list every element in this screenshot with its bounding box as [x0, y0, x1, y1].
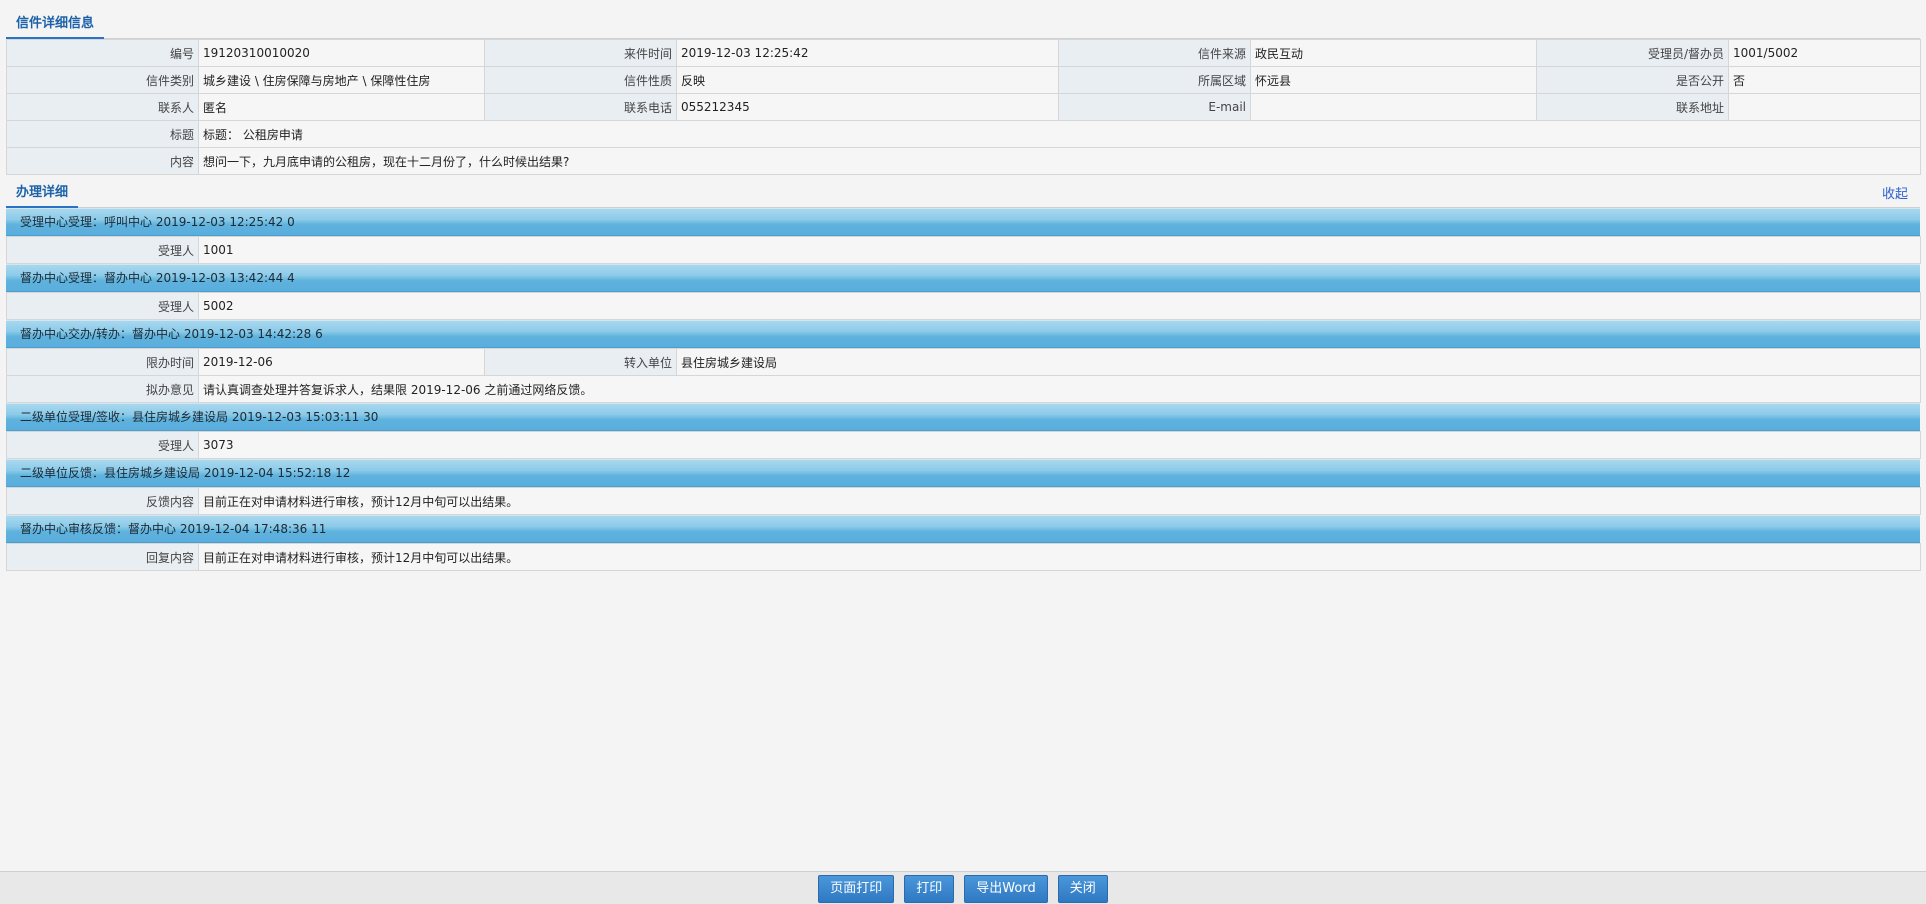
title-value: 标题： 公租房申请 — [198, 120, 1921, 148]
stage-table: 受理人 3073 — [6, 431, 1922, 459]
field-label: 联系电话 — [484, 93, 677, 121]
field-label: 是否公开 — [1536, 66, 1729, 94]
handling-process: 受理中心受理：呼叫中心 2019-12-03 12:25:42 0 受理人 10… — [6, 208, 1922, 571]
field-label: 受理人 — [6, 292, 199, 320]
stage-table: 受理人 1001 — [6, 236, 1922, 264]
stage-header: 二级单位受理/签收：县住房城乡建设局 2019-12-03 15:03:11 3… — [6, 403, 1920, 431]
table-row: 受理人 5002 — [6, 292, 1922, 320]
title-label: 标题 — [6, 120, 199, 148]
field-label: 转入单位 — [484, 348, 677, 376]
table-row: 信件类别 城乡建设 \ 住房保障与房地产 \ 保障性住房 信件性质 反映 所属区… — [6, 66, 1921, 94]
tab-letter-detail[interactable]: 信件详细信息 — [6, 11, 105, 39]
field-value: 5002 — [197, 292, 1922, 320]
field-label: 所属区域 — [1058, 66, 1251, 94]
field-label: E-mail — [1058, 93, 1251, 121]
field-label: 信件类别 — [6, 66, 199, 94]
field-label: 编号 — [6, 39, 199, 67]
export-word-button[interactable]: 导出Word — [964, 875, 1048, 903]
field-label: 反馈内容 — [6, 487, 199, 515]
field-value: 城乡建设 \ 住房保障与房地产 \ 保障性住房 — [198, 66, 485, 94]
field-value: 目前正在对申请材料进行审核，预计12月中旬可以出结果。 — [198, 543, 1921, 571]
stage-header: 受理中心受理：呼叫中心 2019-12-03 12:25:42 0 — [6, 208, 1920, 236]
field-label: 信件性质 — [484, 66, 677, 94]
field-value: 2019-12-03 12:25:42 — [676, 39, 1059, 67]
stage-header: 督办中心交办/转办：督办中心 2019-12-03 14:42:28 6 — [6, 320, 1920, 348]
tab-handling-detail[interactable]: 办理详细 — [6, 180, 79, 208]
table-row: 回复内容 目前正在对申请材料进行审核，预计12月中旬可以出结果。 — [6, 543, 1921, 571]
collapse-link[interactable]: 收起 — [1882, 183, 1908, 202]
close-button[interactable]: 关闭 — [1057, 875, 1108, 903]
field-label: 受理人 — [6, 431, 199, 459]
content-value: 想问一下，九月底申请的公租房，现在十二月份了，什么时候出结果? — [198, 147, 1921, 175]
field-value: 3073 — [197, 431, 1922, 459]
field-value — [1250, 93, 1537, 121]
field-value: 反映 — [676, 66, 1059, 94]
table-row: 反馈内容 目前正在对申请材料进行审核，预计12月中旬可以出结果。 — [6, 487, 1921, 515]
field-label: 联系人 — [6, 93, 199, 121]
field-value — [1728, 93, 1921, 121]
table-row: 编号 19120310010020 来件时间 2019-12-03 12:25:… — [6, 39, 1921, 67]
field-label: 来件时间 — [484, 39, 677, 67]
field-value: 1001/5002 — [1728, 39, 1921, 67]
letter-detail-tabbar: 信件详细信息 — [6, 0, 1920, 39]
table-row: 拟办意见 请认真调查处理并答复诉求人，结果限 2019-12-06 之前通过网络… — [6, 375, 1921, 403]
stage-table: 回复内容 目前正在对申请材料进行审核，预计12月中旬可以出结果。 — [6, 543, 1921, 571]
field-value: 1001 — [197, 236, 1922, 264]
field-value: 请认真调查处理并答复诉求人，结果限 2019-12-06 之前通过网络反馈。 — [198, 375, 1921, 403]
table-row: 标题 标题： 公租房申请 — [6, 120, 1921, 148]
letter-info-table: 编号 19120310010020 来件时间 2019-12-03 12:25:… — [6, 39, 1921, 175]
stage-table: 限办时间 2019-12-06 转入单位 县住房城乡建设局 拟办意见 请认真调查… — [6, 348, 1921, 403]
content-label: 内容 — [6, 147, 199, 175]
print-button[interactable]: 打印 — [904, 875, 955, 903]
field-value: 县住房城乡建设局 — [676, 348, 1921, 376]
stage-header: 督办中心受理：督办中心 2019-12-03 13:42:44 4 — [6, 264, 1920, 292]
table-row: 受理人 3073 — [6, 431, 1922, 459]
field-label: 拟办意见 — [6, 375, 199, 403]
field-label: 信件来源 — [1058, 39, 1251, 67]
field-label: 回复内容 — [6, 543, 199, 571]
field-value: 2019-12-06 — [198, 348, 485, 376]
table-row: 限办时间 2019-12-06 转入单位 县住房城乡建设局 — [6, 348, 1921, 376]
field-value: 目前正在对申请材料进行审核，预计12月中旬可以出结果。 — [198, 487, 1921, 515]
field-label: 受理人 — [6, 236, 199, 264]
page-print-button[interactable]: 页面打印 — [818, 875, 895, 903]
field-value: 怀远县 — [1250, 66, 1537, 94]
handling-detail-tabbar: 办理详细 收起 — [6, 177, 1920, 208]
table-row: 受理人 1001 — [6, 236, 1922, 264]
field-value: 055212345 — [676, 93, 1059, 121]
field-value: 否 — [1728, 66, 1921, 94]
field-value: 19120310010020 — [198, 39, 485, 67]
footer-toolbar: 页面打印 打印 导出Word 关闭 — [0, 871, 1926, 904]
stage-header: 督办中心审核反馈：督办中心 2019-12-04 17:48:36 11 — [6, 515, 1920, 543]
field-value: 匿名 — [198, 93, 485, 121]
table-row: 内容 想问一下，九月底申请的公租房，现在十二月份了，什么时候出结果? — [6, 147, 1921, 175]
field-label: 联系地址 — [1536, 93, 1729, 121]
stage-header: 二级单位反馈：县住房城乡建设局 2019-12-04 15:52:18 12 — [6, 459, 1920, 487]
stage-table: 受理人 5002 — [6, 292, 1922, 320]
field-value: 政民互动 — [1250, 39, 1537, 67]
field-label: 限办时间 — [6, 348, 199, 376]
field-label: 受理员/督办员 — [1536, 39, 1729, 67]
stage-table: 反馈内容 目前正在对申请材料进行审核，预计12月中旬可以出结果。 — [6, 487, 1921, 515]
table-row: 联系人 匿名 联系电话 055212345 E-mail 联系地址 — [6, 93, 1921, 121]
